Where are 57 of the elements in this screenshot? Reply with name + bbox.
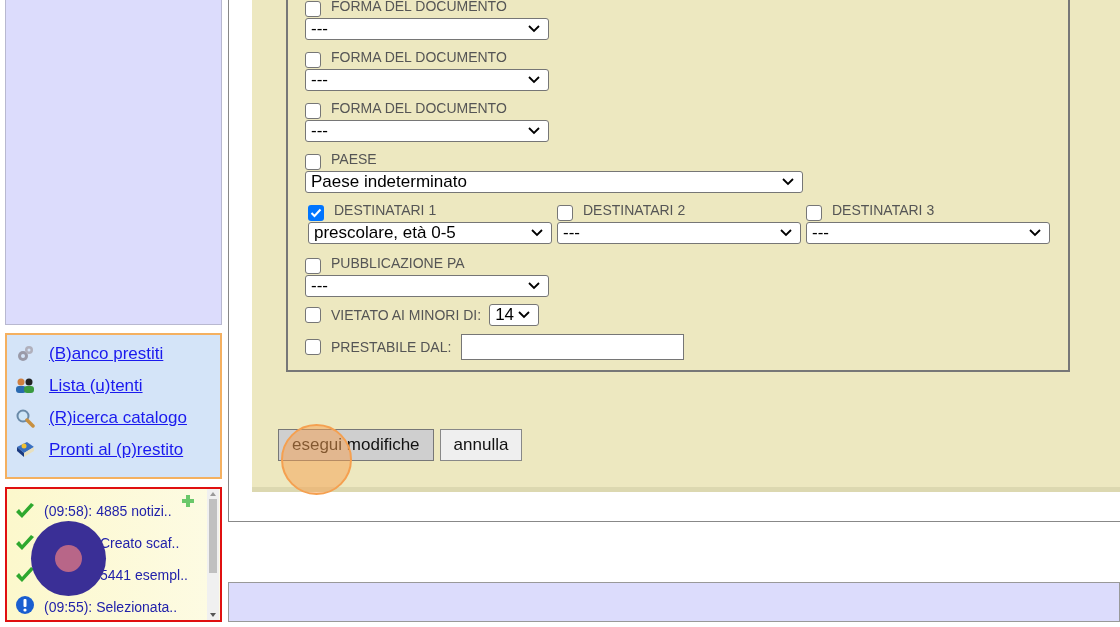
- check-icon: [15, 567, 35, 583]
- date-field[interactable]: [461, 334, 685, 360]
- menu-link[interactable]: Pronti al (p)restito: [49, 437, 184, 463]
- log-message: (09:58): 4885 notizi..: [44, 502, 172, 521]
- menu-link[interactable]: (R)icerca catalogo: [49, 405, 187, 431]
- dropdown[interactable]: Paese indeterminato: [305, 171, 803, 193]
- checkbox[interactable]: [308, 205, 324, 221]
- dropdown[interactable]: ---: [557, 222, 801, 244]
- chevron-down-icon: [1029, 229, 1041, 237]
- checkbox[interactable]: [305, 258, 321, 274]
- checkbox[interactable]: [806, 205, 822, 221]
- scrollbar[interactable]: [207, 489, 219, 620]
- chevron-down-icon: [528, 25, 540, 33]
- dropdown[interactable]: ---: [806, 222, 1050, 244]
- field-label: FORMA DEL DOCUMENTO: [331, 48, 507, 67]
- field-label: PUBBLICAZIONE PA: [331, 254, 465, 273]
- chevron-down-icon: [782, 178, 794, 186]
- log-message: (09:55): Selezionata..: [44, 598, 178, 617]
- chevron-down-icon: [528, 282, 540, 290]
- search-icon: [15, 408, 35, 428]
- info-icon: [15, 595, 35, 615]
- checkbox[interactable]: [305, 103, 321, 119]
- action-button[interactable]: esegui modifiche: [278, 429, 434, 461]
- checkbox[interactable]: [305, 1, 321, 17]
- plus-icon: [182, 495, 194, 507]
- check-icon: [15, 503, 35, 519]
- field-label: FORMA DEL DOCUMENTO: [331, 99, 507, 118]
- dropdown[interactable]: ---: [305, 69, 549, 91]
- chevron-down-icon: [528, 76, 540, 84]
- checkbox[interactable]: [305, 52, 321, 68]
- field-label: DESTINATARI 1: [334, 201, 437, 220]
- chevron-down-icon: [518, 311, 531, 319]
- field-label: DESTINATARI 3: [832, 201, 935, 220]
- checkbox[interactable]: [305, 154, 321, 170]
- book-icon: [15, 441, 35, 459]
- dropdown[interactable]: prescolare, età 0-5: [308, 222, 552, 244]
- chevron-down-icon: [528, 127, 540, 135]
- dropdown[interactable]: ---: [305, 18, 549, 40]
- checkbox[interactable]: [305, 339, 321, 355]
- field-label: DESTINATARI 2: [583, 201, 686, 220]
- action-button[interactable]: annulla: [439, 429, 523, 461]
- people-icon: [15, 377, 35, 395]
- checkbox[interactable]: [305, 307, 321, 323]
- field-label: PRESTABILE DAL:: [331, 337, 452, 357]
- menu-link[interactable]: (B)anco prestiti: [49, 341, 164, 367]
- gears-icon: [15, 344, 35, 364]
- chevron-down-icon: [780, 229, 792, 237]
- field-label: PAESE: [331, 150, 377, 169]
- dropdown[interactable]: 14: [489, 304, 540, 326]
- field-label: FORMA DEL DOCUMENTO: [331, 0, 507, 16]
- menu-link[interactable]: Lista (u)tenti: [49, 373, 143, 399]
- chevron-down-icon: [531, 229, 543, 237]
- check-icon: [15, 535, 35, 551]
- field-label: VIETATO AI MINORI DI:: [331, 305, 482, 325]
- checkbox[interactable]: [557, 205, 573, 221]
- dropdown[interactable]: ---: [305, 120, 549, 142]
- dropdown[interactable]: ---: [305, 275, 549, 297]
